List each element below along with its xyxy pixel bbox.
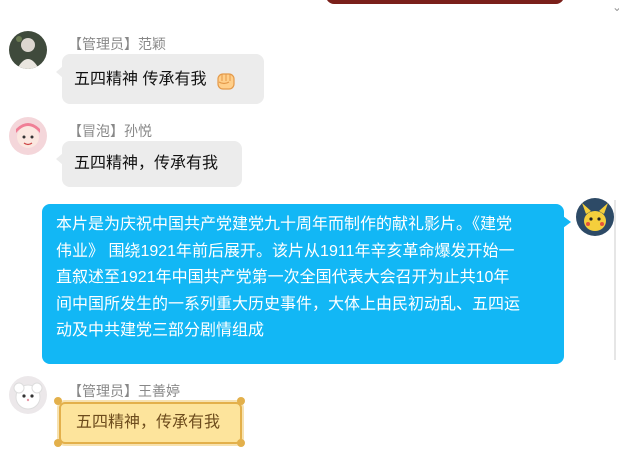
message-line: 伟业》 围绕1921年前后展开。该片从1911年辛亥革命爆发开始一 (56, 242, 515, 260)
message-bubble[interactable]: 五四精神，传承有我 (59, 402, 242, 444)
avatar-fanying-image (9, 31, 47, 69)
more-icon[interactable]: ⌄ (612, 0, 619, 14)
message-line: 本片是为庆祝中国共产党建党九十周年而制作的献礼影片。《建党 (56, 216, 513, 233)
avatar-sunyue-image (9, 117, 47, 155)
avatar[interactable] (9, 31, 47, 69)
scrollbar-track[interactable] (614, 200, 616, 360)
avatar-self-image (576, 198, 614, 236)
message-text: 五四精神，传承有我 (74, 155, 219, 172)
previous-message-bubble-edge (326, 0, 564, 4)
bubble-decoration (237, 439, 245, 447)
raised-fist-icon (217, 73, 235, 90)
self-message-bubble[interactable]: 本片是为庆祝中国共产党建党九十周年而制作的献礼影片。《建党 伟业》 围绕1921… (42, 204, 571, 364)
sender-name: 【管理员】范颖 (68, 36, 166, 52)
message-text: 五四精神，传承有我 (76, 414, 221, 431)
message-bubble[interactable]: 五四精神，传承有我 (56, 141, 242, 187)
avatar[interactable] (9, 376, 47, 414)
message-line: 间中国所发生的一系列重大历史事件，大体上由民初动乱、五四运 (56, 295, 521, 313)
message-line: 动及中共建党三部分剧情组成 (56, 322, 265, 339)
avatar[interactable] (9, 117, 47, 155)
bubble-decoration (237, 397, 245, 405)
self-avatar[interactable] (576, 198, 614, 236)
message-line: 直叙述至1921年中国共产党第一次全国代表大会召开为止共10年 (56, 269, 510, 286)
message-text: 五四精神 传承有我 (74, 71, 207, 89)
sender-name: 【管理员】王善婷 (68, 383, 180, 399)
bubble-decoration (54, 397, 62, 405)
message-bubble[interactable]: 五四精神 传承有我 (56, 54, 264, 104)
avatar-wangshanting-image (9, 376, 47, 414)
bubble-decoration (54, 439, 62, 447)
sender-name: 【冒泡】孙悦 (68, 123, 152, 139)
